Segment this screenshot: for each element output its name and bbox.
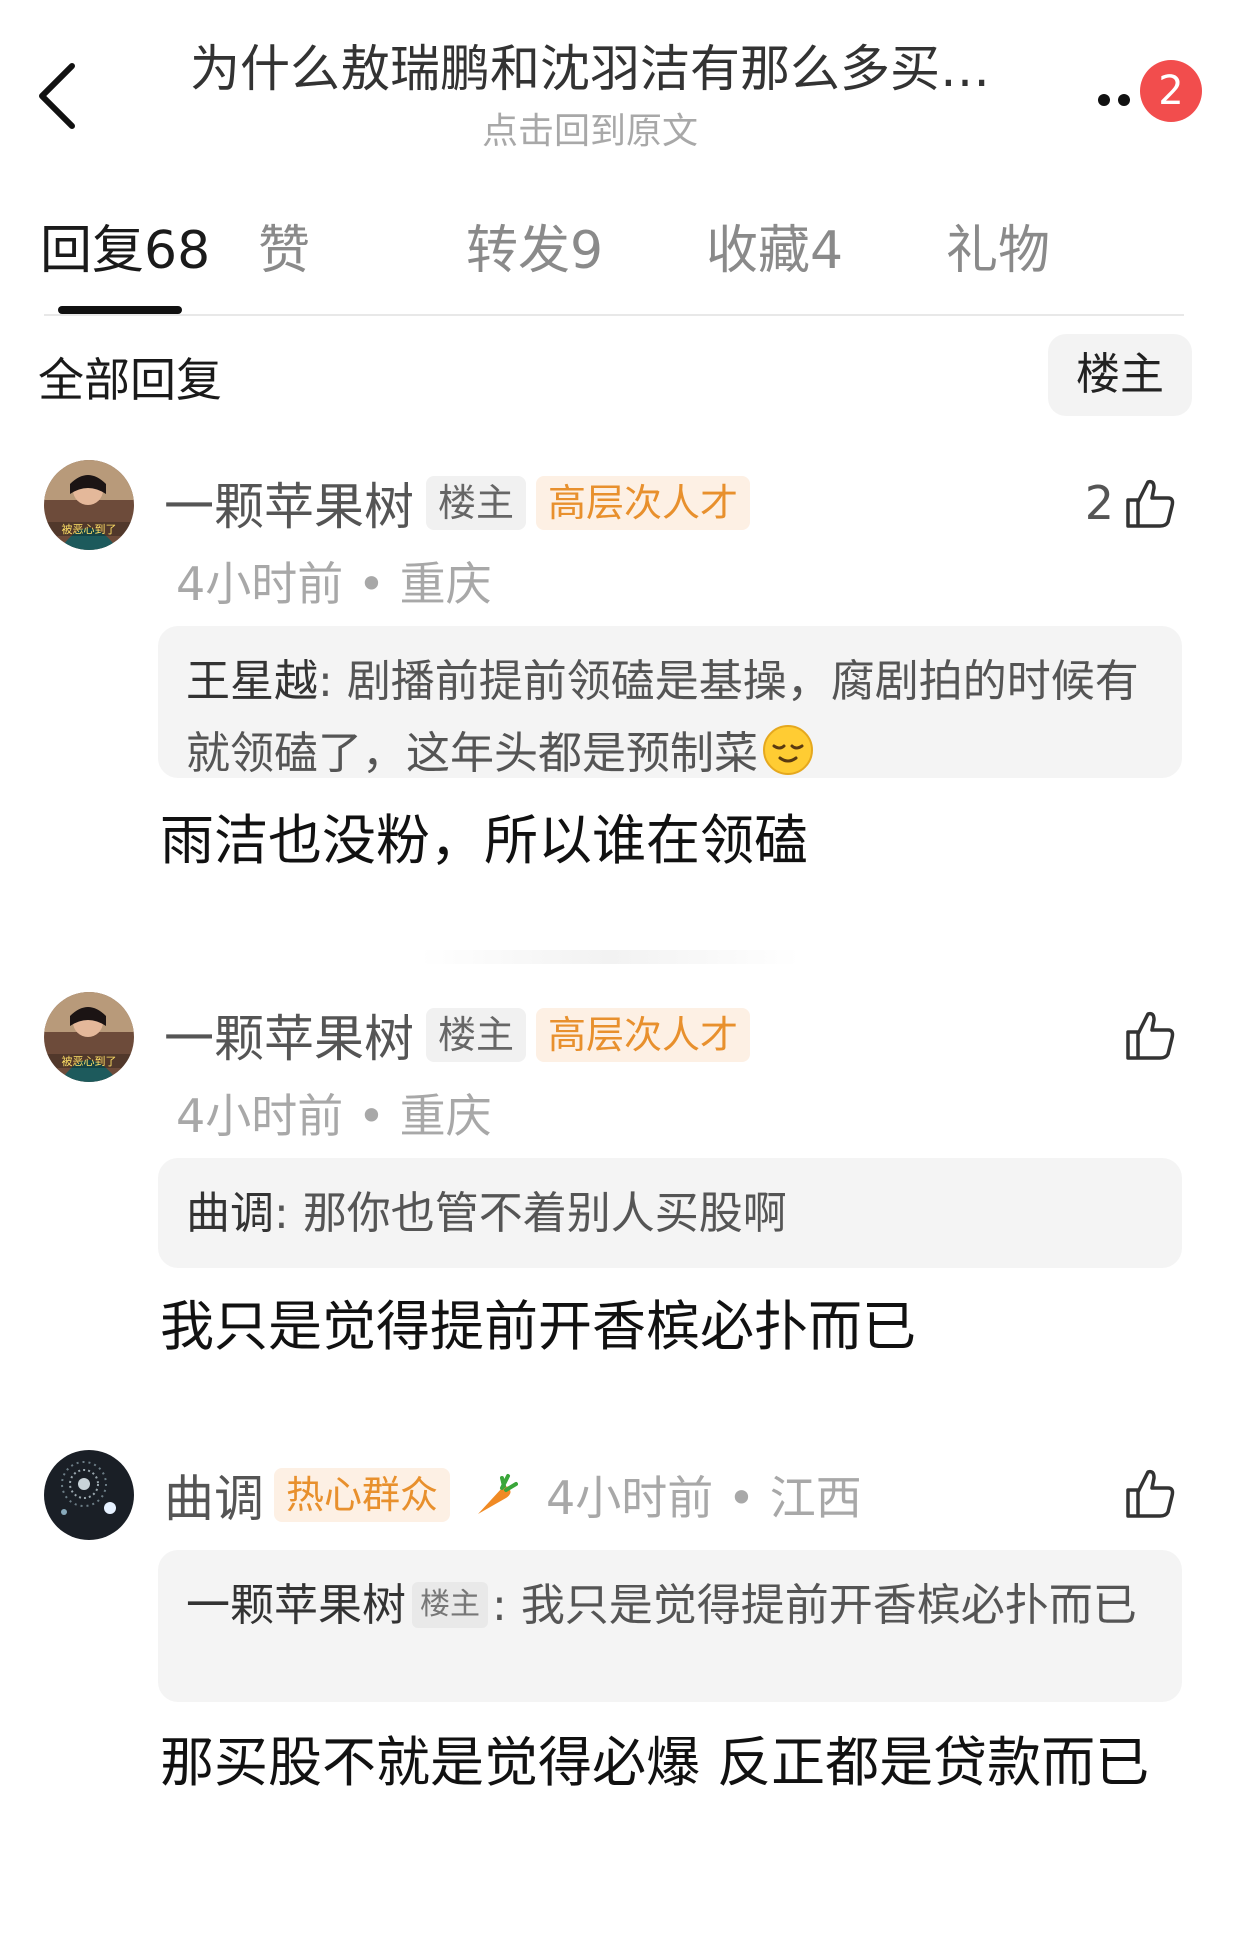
- like-count: 2: [1084, 476, 1114, 530]
- header-title-block[interactable]: 为什么敖瑞鹏和沈羽洁有那么多买… 点击回到原文: [120, 36, 1060, 156]
- comment-location: 江西: [769, 1471, 862, 1525]
- back-chevron-icon: [39, 63, 75, 129]
- active-tab-indicator: [58, 306, 182, 314]
- op-tag: 楼主: [426, 1008, 527, 1062]
- filter-all-replies[interactable]: 全部回复: [38, 350, 222, 410]
- thumbs-up-icon: [1126, 1469, 1175, 1518]
- meta-separator: •: [343, 1089, 400, 1143]
- user-line: 曲调 热心群众 4小时前 • 江西: [164, 1462, 862, 1528]
- comment-meta: 4小时前 • 江西: [546, 1462, 862, 1528]
- thumbs-up-icon: [1126, 1011, 1175, 1060]
- tab-favorites[interactable]: 收藏4: [706, 216, 843, 286]
- like-button[interactable]: [1124, 1002, 1176, 1068]
- avatar[interactable]: 被恶心到了: [44, 460, 134, 550]
- faded-divider: [420, 950, 800, 964]
- comment-location: 重庆: [399, 557, 492, 611]
- notification-badge: 2: [1140, 60, 1202, 122]
- avatar-image: 被恶心到了: [44, 460, 134, 550]
- tab-reposts[interactable]: 转发9: [466, 216, 603, 286]
- quote-colon: :: [318, 656, 347, 707]
- comment-location: 重庆: [399, 1089, 492, 1143]
- op-only-toggle[interactable]: 楼主: [1048, 334, 1192, 416]
- quoted-reply[interactable]: 曲调: 那你也管不着别人买股啊: [158, 1158, 1182, 1268]
- tab-gifts[interactable]: 礼物: [946, 216, 1050, 286]
- quote-author[interactable]: 曲调: [186, 1188, 274, 1239]
- more-dots-icon: [1098, 94, 1110, 106]
- avatar-image: 被恶心到了: [44, 992, 134, 1082]
- svg-text:被恶心到了: 被恶心到了: [62, 1055, 117, 1068]
- avatar[interactable]: [44, 1450, 134, 1540]
- svg-text:被恶心到了: 被恶心到了: [62, 523, 117, 536]
- meta-separator: •: [343, 557, 400, 611]
- username[interactable]: 一颗苹果树: [164, 999, 414, 1071]
- quote-colon: :: [274, 1188, 303, 1239]
- tabs-divider: [44, 314, 1184, 316]
- tab-replies[interactable]: 回复68: [40, 216, 210, 286]
- quote-text: 那你也管不着别人买股啊: [302, 1188, 787, 1239]
- like-button[interactable]: 2: [1085, 470, 1176, 536]
- back-to-original-link[interactable]: 点击回到原文: [120, 108, 1060, 156]
- quote-author[interactable]: 王星越: [186, 656, 318, 707]
- more-button[interactable]: 2: [1098, 60, 1208, 122]
- quote-colon: :: [492, 1580, 521, 1631]
- comment-meta: 4小时前 • 重庆: [176, 554, 492, 614]
- quoted-reply[interactable]: 一颗苹果树 楼主: 我只是觉得提前开香槟必扑而已: [158, 1550, 1182, 1702]
- username[interactable]: 一颗苹果树: [164, 467, 414, 539]
- quote-op-tag: 楼主: [412, 1582, 488, 1628]
- page-title: 为什么敖瑞鹏和沈羽洁有那么多买…: [190, 40, 990, 98]
- level-tag: 高层次人才: [536, 476, 751, 530]
- comment-text: 那买股不就是觉得必爆 反正都是贷款而已: [160, 1731, 1150, 1794]
- like-button[interactable]: [1124, 1460, 1176, 1526]
- comment-text: 我只是觉得提前开香槟必扑而已: [160, 1295, 916, 1358]
- op-tag: 楼主: [426, 476, 527, 530]
- avatar-image: [44, 1450, 134, 1540]
- username[interactable]: 曲调: [164, 1459, 264, 1531]
- user-line: 一颗苹果树 楼主 高层次人才: [164, 999, 751, 1071]
- comment-time: 4小时前: [546, 1471, 714, 1525]
- quote-author[interactable]: 一颗苹果树: [186, 1580, 406, 1631]
- avatar[interactable]: 被恶心到了: [44, 992, 134, 1082]
- back-button[interactable]: [34, 60, 82, 132]
- level-tag: 高层次人才: [536, 1008, 751, 1062]
- relieved-face-emoji-icon: [763, 725, 813, 775]
- thumbs-up-icon: [1126, 479, 1175, 528]
- comment-meta: 4小时前 • 重庆: [176, 1086, 492, 1146]
- tab-likes[interactable]: 赞: [258, 216, 310, 286]
- carrot-icon: [478, 1474, 519, 1514]
- meta-separator: •: [713, 1471, 770, 1525]
- tab-bar: 回复68 赞 转发9 收藏4 礼物: [0, 216, 1236, 316]
- quoted-reply[interactable]: 王星越: 剧播前提前领磕是基操，腐剧拍的时候有就领磕了，这年头都是预制菜: [158, 626, 1182, 779]
- comment-time: 4小时前: [176, 557, 344, 611]
- comment-time: 4小时前: [176, 1089, 344, 1143]
- comment-text: 雨洁也没粉，所以谁在领磕: [160, 809, 808, 872]
- more-dot: [1118, 94, 1130, 106]
- level-tag: 热心群众: [274, 1468, 451, 1522]
- user-line: 一颗苹果树 楼主 高层次人才: [164, 467, 751, 539]
- quote-text: 我只是觉得提前开香槟必扑而已: [520, 1580, 1137, 1631]
